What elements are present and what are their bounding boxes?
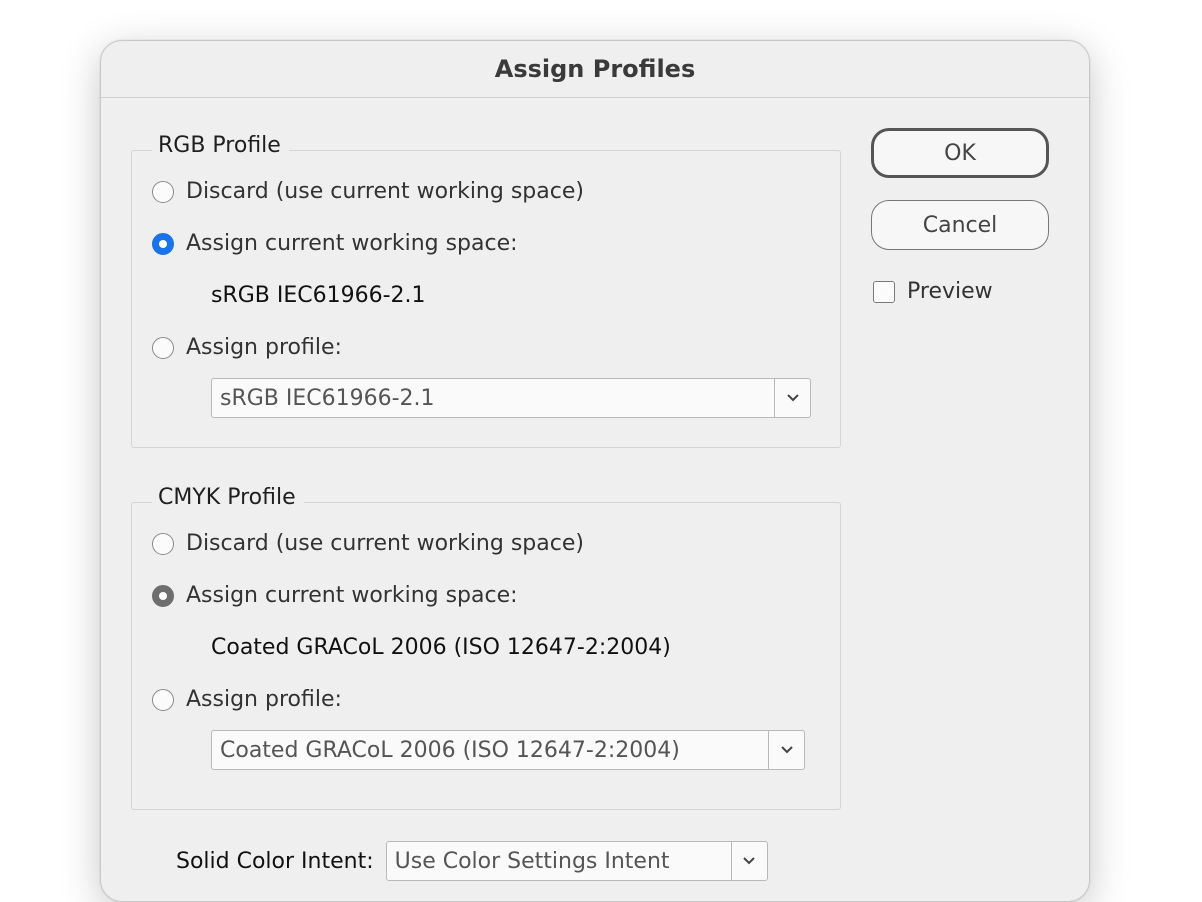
ok-button[interactable]: OK	[871, 128, 1049, 178]
chevron-down-icon[interactable]	[730, 842, 767, 880]
cmyk-profile-select-value: Coated GRACoL 2006 (ISO 12647-2:2004)	[220, 737, 680, 763]
preview-label: Preview	[907, 279, 993, 304]
cmyk-discard-option[interactable]: Discard (use current working space)	[152, 531, 584, 556]
rgb-assign-profile-option[interactable]: Assign profile:	[152, 335, 342, 360]
cmyk-profile-group: CMYK Profile Discard (use current workin…	[131, 485, 841, 810]
rgb-assign-current-radio[interactable]	[152, 232, 174, 255]
chevron-down-icon[interactable]	[768, 731, 804, 769]
rgb-assign-current-label: Assign current working space:	[186, 231, 518, 256]
preview-checkbox[interactable]	[873, 280, 895, 303]
cmyk-assign-current-radio[interactable]	[152, 584, 174, 607]
cmyk-profile-select[interactable]: Coated GRACoL 2006 (ISO 12647-2:2004)	[211, 730, 805, 770]
cmyk-assign-profile-label: Assign profile:	[186, 687, 342, 712]
preview-option[interactable]: Preview	[873, 279, 993, 304]
rgb-profile-group-label: RGB Profile	[152, 133, 289, 158]
chevron-down-icon[interactable]	[774, 379, 810, 417]
rgb-profile-select[interactable]: sRGB IEC61966-2.1	[211, 378, 811, 418]
cmyk-discard-radio[interactable]	[152, 532, 174, 555]
rgb-current-working-space: sRGB IEC61966-2.1	[211, 283, 426, 308]
rgb-assign-profile-label: Assign profile:	[186, 335, 342, 360]
dialog-title: Assign Profiles	[494, 55, 696, 83]
rgb-discard-label: Discard (use current working space)	[186, 179, 584, 204]
rgb-discard-radio[interactable]	[152, 180, 174, 203]
cancel-button[interactable]: Cancel	[871, 200, 1049, 250]
cmyk-profile-group-label: CMYK Profile	[152, 485, 304, 510]
rgb-assign-current-option[interactable]: Assign current working space:	[152, 231, 518, 256]
cmyk-discard-label: Discard (use current working space)	[186, 531, 584, 556]
solid-color-intent-select[interactable]: Use Color Settings Intent	[385, 841, 768, 881]
rgb-profile-group: RGB Profile Discard (use current working…	[131, 133, 841, 448]
cmyk-assign-current-label: Assign current working space:	[186, 583, 518, 608]
rgb-profile-select-value: sRGB IEC61966-2.1	[220, 385, 435, 411]
cmyk-assign-current-option[interactable]: Assign current working space:	[152, 583, 518, 608]
cmyk-assign-profile-option[interactable]: Assign profile:	[152, 687, 342, 712]
rgb-assign-profile-radio[interactable]	[152, 336, 174, 359]
cmyk-assign-profile-radio[interactable]	[152, 688, 174, 711]
dialog-titlebar: Assign Profiles	[101, 41, 1089, 98]
rgb-discard-option[interactable]: Discard (use current working space)	[152, 179, 584, 204]
assign-profiles-dialog: Assign Profiles RGB Profile Discard (use…	[100, 40, 1090, 902]
cmyk-current-working-space: Coated GRACoL 2006 (ISO 12647-2:2004)	[211, 635, 671, 660]
solid-color-intent-row: Solid Color Intent: Use Color Settings I…	[176, 841, 768, 881]
